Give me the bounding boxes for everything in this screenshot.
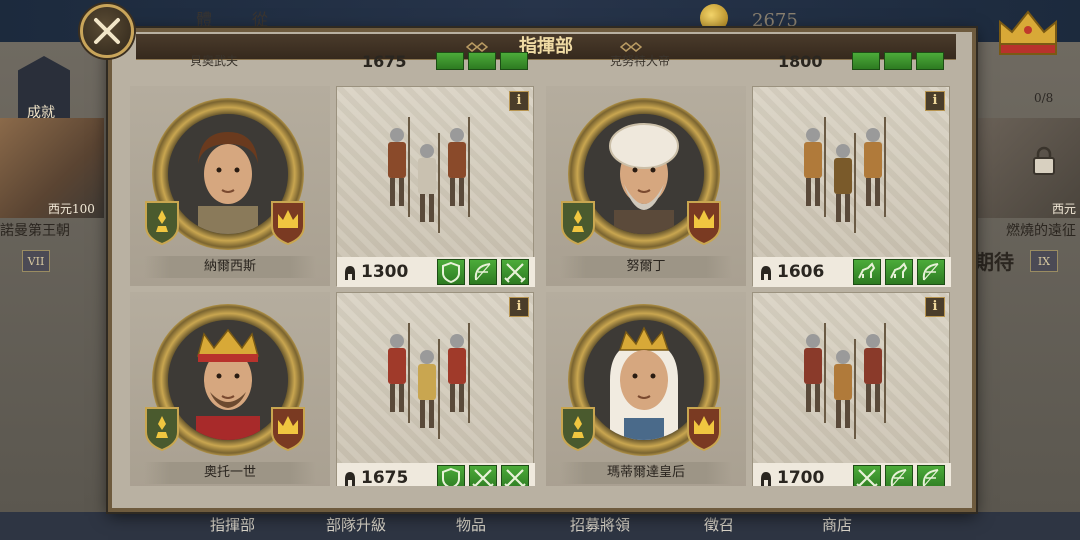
troop-preview[interactable]: i 1606: [752, 86, 951, 287]
era-right-title: 燃燒的遠征: [1006, 223, 1076, 239]
commander-power: 1300: [361, 262, 409, 282]
cavalry-skill-icon[interactable]: [853, 259, 881, 285]
crown-shield-icon: [271, 407, 305, 452]
troop-preview[interactable]: i 1300: [336, 86, 535, 287]
shield-skill-icon[interactable]: [437, 465, 465, 486]
crown-shield-icon: [687, 407, 721, 452]
era-right-soon: 期待: [974, 250, 1014, 274]
helmet-icon: [761, 472, 771, 486]
commander-card[interactable]: 奧托一世 i 1675: [130, 292, 535, 486]
info-button[interactable]: i: [509, 91, 529, 111]
commander-name: 瑪蒂爾達皇后: [560, 462, 732, 484]
commander-power: 1606: [777, 262, 825, 282]
commander-portrait-area[interactable]: 瑪蒂爾達皇后: [546, 292, 746, 486]
tab-command[interactable]: 指揮部: [210, 514, 255, 535]
crown-shield-icon: [687, 201, 721, 246]
era-right-roman: IX: [1030, 250, 1058, 272]
tab-troop-upgrade[interactable]: 部隊升級: [326, 514, 386, 535]
commander-name: 納爾西斯: [144, 256, 316, 278]
lock-icon: [1033, 146, 1055, 175]
close-button[interactable]: [80, 4, 134, 58]
commander-portrait-area[interactable]: 努爾丁: [546, 86, 746, 286]
crown-shield-icon: [271, 201, 305, 246]
info-button[interactable]: i: [925, 91, 945, 111]
title-ornament-right-icon: [620, 42, 642, 52]
bow-skill-icon[interactable]: [917, 259, 945, 285]
troop-illustration: [367, 107, 507, 255]
crossed-swords-skill-icon[interactable]: [853, 465, 881, 486]
bow-skill-icon[interactable]: [917, 465, 945, 486]
crown-icon[interactable]: [994, 4, 1062, 60]
troop-preview[interactable]: i 1675: [336, 292, 535, 486]
helmet-icon: [345, 266, 355, 280]
commander-portrait-area[interactable]: 奧托一世: [130, 292, 330, 486]
rank-shield-icon: [145, 201, 179, 246]
rank-shield-icon: [145, 407, 179, 452]
power-bar: 1700: [753, 463, 951, 486]
close-x-icon: [94, 18, 120, 44]
tab-recruit[interactable]: 招募將領: [570, 514, 630, 535]
helmet-icon: [345, 472, 355, 486]
power-bar: 1675: [337, 463, 535, 486]
troop-preview[interactable]: i 1700: [752, 292, 951, 486]
crossed-swords-skill-icon[interactable]: [501, 465, 529, 486]
crossed-swords-skill-icon[interactable]: [501, 259, 529, 285]
top-label-right: 從: [252, 10, 269, 29]
commander-grid: 納爾西斯 i 1300 努爾丁 i 1606 奧托一世 i 1675 瑪蒂爾達皇…: [130, 56, 952, 486]
commander-power: 1675: [361, 468, 409, 486]
rank-shield-icon: [561, 201, 595, 246]
cavalry-skill-icon[interactable]: [885, 259, 913, 285]
bottom-nav-bar: [0, 512, 1080, 540]
tab-shop[interactable]: 商店: [822, 514, 852, 535]
top-label-left: 體: [196, 10, 213, 29]
era-right-year: 西元: [1052, 202, 1077, 216]
bow-skill-icon[interactable]: [885, 465, 913, 486]
era-left-title: 諾曼第王朝: [0, 223, 70, 239]
era-right-count: 0/8: [1034, 91, 1054, 105]
crossed-swords-skill-icon[interactable]: [469, 465, 497, 486]
power-bar: 1300: [337, 257, 535, 287]
helmet-icon: [761, 266, 771, 280]
bow-skill-icon[interactable]: [469, 259, 497, 285]
commander-name: 奧托一世: [144, 462, 316, 484]
rank-shield-icon: [561, 407, 595, 452]
tab-conscript[interactable]: 徵召: [704, 514, 734, 535]
power-bar: 1606: [753, 257, 951, 287]
commander-card[interactable]: 瑪蒂爾達皇后 i 1700: [546, 292, 951, 486]
commander-portrait-area[interactable]: 納爾西斯: [130, 86, 330, 286]
era-left-year: 西元100: [48, 202, 95, 216]
tab-items[interactable]: 物品: [456, 514, 486, 535]
troop-illustration: [783, 107, 923, 255]
info-button[interactable]: i: [925, 297, 945, 317]
commander-card[interactable]: 努爾丁 i 1606: [546, 86, 951, 287]
commander-power: 1700: [777, 468, 825, 486]
info-button[interactable]: i: [509, 297, 529, 317]
shield-skill-icon[interactable]: [437, 259, 465, 285]
commander-name: 努爾丁: [560, 256, 732, 278]
commander-card[interactable]: 納爾西斯 i 1300: [130, 86, 535, 287]
era-left-roman: VII: [22, 250, 50, 272]
troop-illustration: [367, 313, 507, 461]
troop-illustration: [783, 313, 923, 461]
